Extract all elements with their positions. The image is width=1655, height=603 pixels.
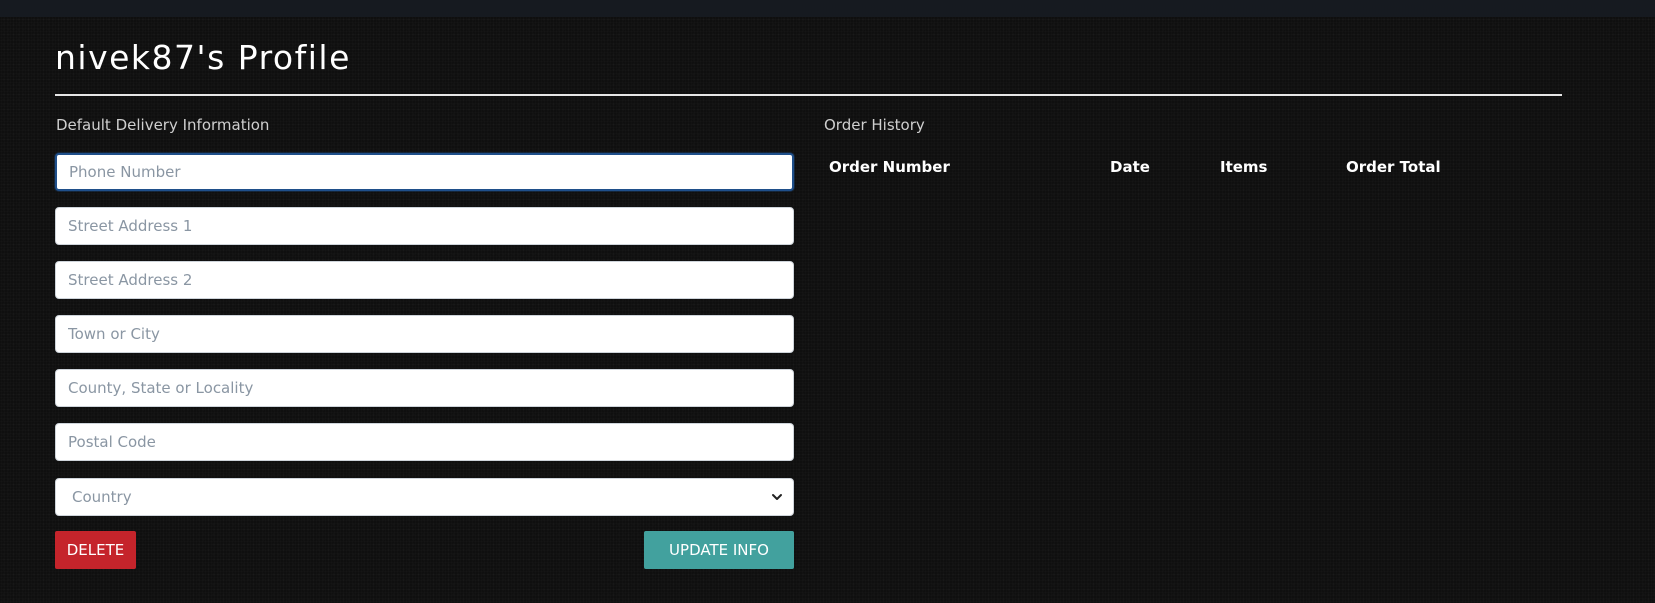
street-address-1-input[interactable]: [55, 207, 794, 245]
postal-code-input[interactable]: [55, 423, 794, 461]
delivery-section-label: Default Delivery Information: [56, 116, 270, 134]
column-header-items: Items: [1220, 158, 1268, 176]
column-header-order-total: Order Total: [1346, 158, 1441, 176]
order-history-label: Order History: [824, 116, 925, 134]
country-select[interactable]: Country: [55, 478, 794, 516]
town-city-input[interactable]: [55, 315, 794, 353]
chevron-down-icon: [772, 494, 782, 500]
column-header-date: Date: [1110, 158, 1150, 176]
country-select-value: Country: [72, 488, 132, 506]
update-info-button[interactable]: UPDATE INFO: [644, 531, 794, 569]
title-divider: [55, 94, 1562, 96]
column-header-order-number: Order Number: [829, 158, 950, 176]
street-address-2-input[interactable]: [55, 261, 794, 299]
phone-number-input[interactable]: [55, 153, 794, 191]
top-navbar-strip: [0, 0, 1655, 17]
county-input[interactable]: [55, 369, 794, 407]
page-title: nivek87's Profile: [55, 38, 351, 77]
delete-button[interactable]: DELETE: [55, 531, 136, 569]
